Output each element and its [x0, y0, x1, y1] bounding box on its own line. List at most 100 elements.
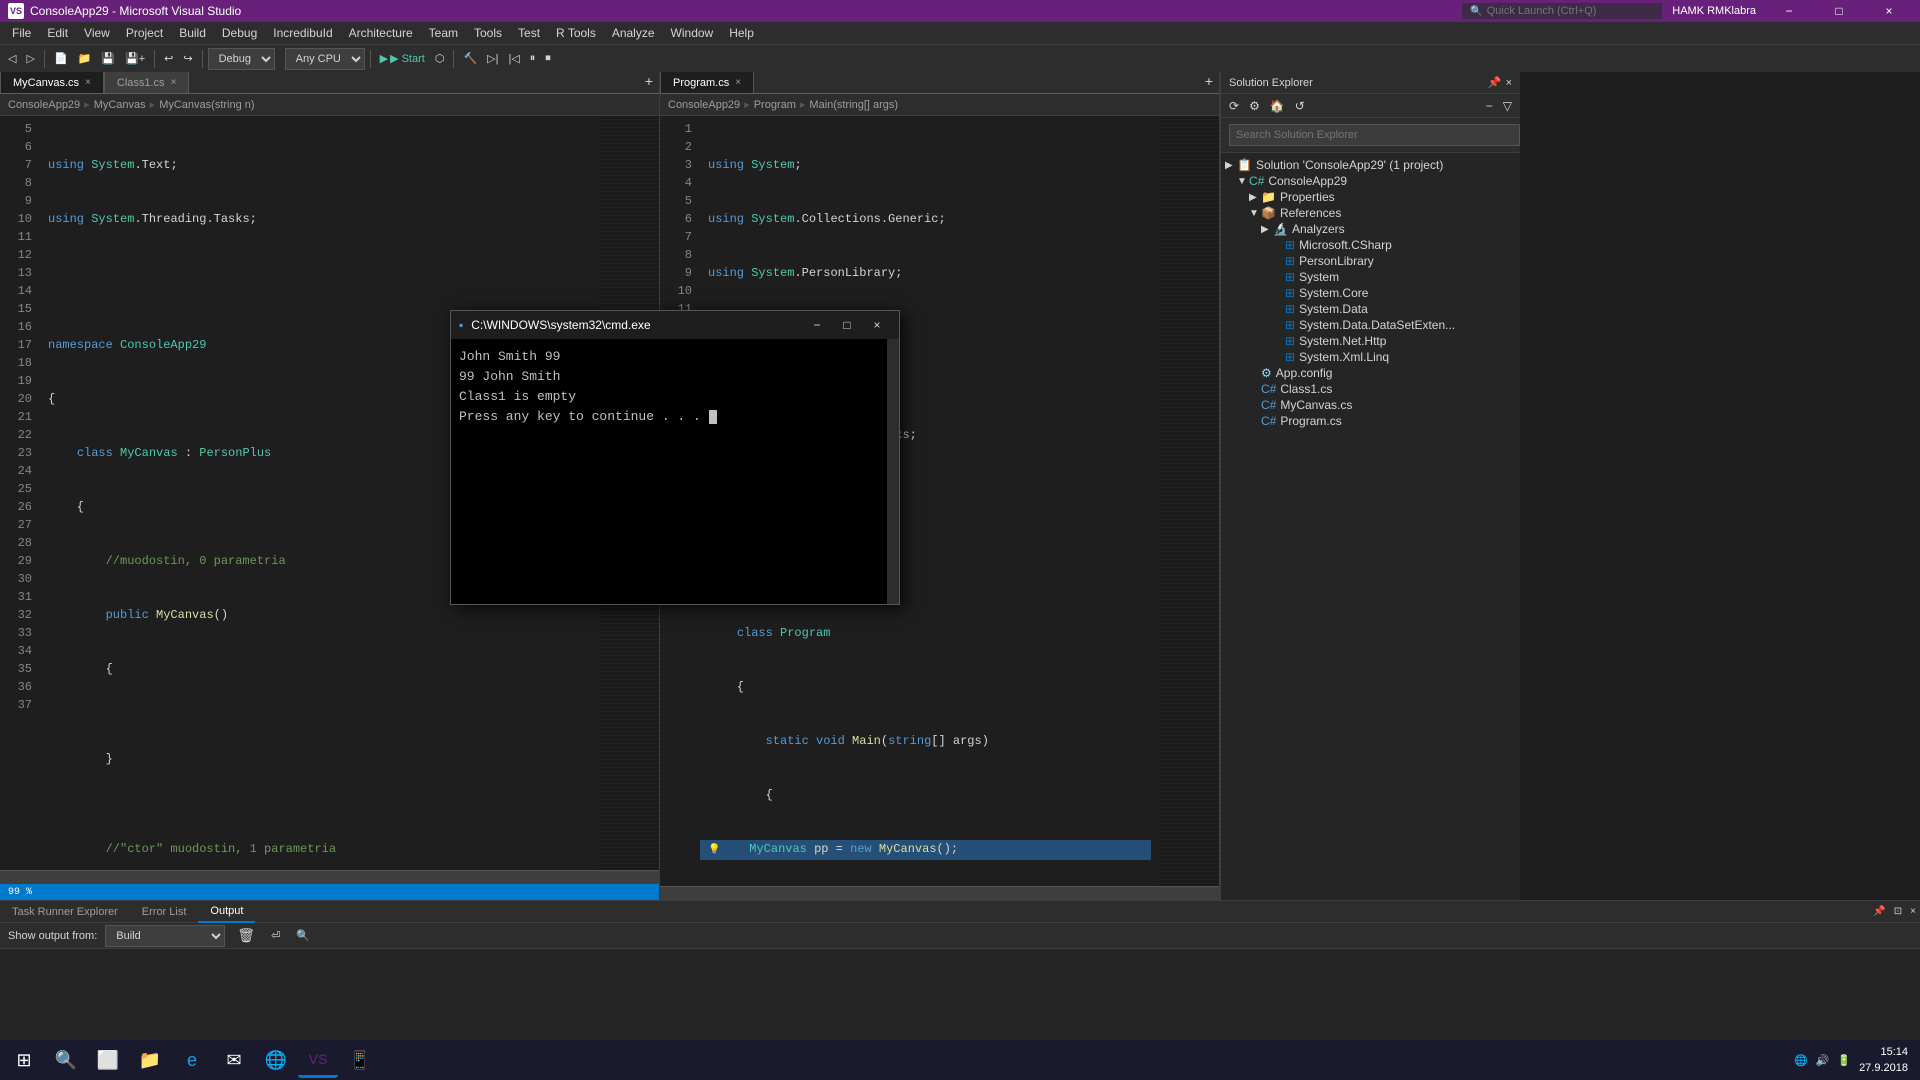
- breadcrumb-method-right[interactable]: Main(string[] args): [809, 99, 898, 111]
- platform-dropdown[interactable]: Any CPU: [285, 48, 365, 70]
- breadcrumb-project-left[interactable]: ConsoleApp29: [8, 99, 80, 111]
- tab-mycanvas-close[interactable]: ×: [85, 77, 91, 88]
- taskbar-extra-button[interactable]: 📱: [340, 1042, 380, 1078]
- sol-props-button[interactable]: ⚙: [1245, 97, 1264, 115]
- window-controls[interactable]: − □ ×: [1766, 0, 1912, 22]
- tree-solution-root[interactable]: ▶ 📋 Solution 'ConsoleApp29' (1 project): [1221, 157, 1520, 173]
- tab-output[interactable]: Output: [198, 901, 255, 923]
- project-expand-arrow[interactable]: ▼: [1237, 176, 1249, 187]
- breadcrumb-class-right[interactable]: Program: [754, 99, 796, 111]
- menu-team[interactable]: Team: [421, 22, 466, 44]
- tree-mycanvas-cs[interactable]: C# MyCanvas.cs: [1221, 397, 1520, 413]
- tree-ref-system-data[interactable]: ⊞ System.Data: [1221, 301, 1520, 317]
- references-expand-arrow[interactable]: ▼: [1249, 208, 1261, 219]
- tree-analyzers[interactable]: ▶ 🔬 Analyzers: [1221, 221, 1520, 237]
- start-button[interactable]: ▶ ▶ Start: [376, 47, 429, 71]
- taskbar-chrome-button[interactable]: 🌐: [256, 1042, 296, 1078]
- cmd-close-button[interactable]: ×: [863, 314, 891, 336]
- taskbar-ie-button[interactable]: e: [172, 1042, 212, 1078]
- menu-edit[interactable]: Edit: [39, 22, 76, 44]
- tab-program-close[interactable]: ×: [735, 77, 741, 88]
- tree-project[interactable]: ▼ C# ConsoleApp29: [1221, 173, 1520, 189]
- tree-ref-system-xml-linq[interactable]: ⊞ System.Xml.Linq: [1221, 349, 1520, 365]
- menu-project[interactable]: Project: [118, 22, 171, 44]
- solution-explorer-search-area[interactable]: [1221, 118, 1520, 153]
- cmd-scrollbar[interactable]: [887, 339, 899, 604]
- save-all-button[interactable]: 💾+: [121, 47, 149, 71]
- solution-explorer-search-input[interactable]: [1229, 124, 1520, 146]
- bottom-close-button[interactable]: ×: [1906, 900, 1920, 924]
- tray-battery-icon[interactable]: 🔋: [1837, 1054, 1851, 1067]
- tab-class1-close[interactable]: ×: [171, 77, 177, 88]
- tab-error-list[interactable]: Error List: [130, 901, 199, 923]
- undo-button[interactable]: ↩: [160, 47, 177, 71]
- nav-back-button[interactable]: ◁: [4, 47, 20, 71]
- output-find-button[interactable]: 🔍: [292, 924, 314, 948]
- sol-refresh-button[interactable]: ↺: [1291, 97, 1309, 115]
- tree-app-config[interactable]: ⚙ App.config: [1221, 365, 1520, 381]
- taskbar-task-view-button[interactable]: ⬜: [88, 1042, 128, 1078]
- menu-analyze[interactable]: Analyze: [604, 22, 663, 44]
- right-new-tab-button[interactable]: +: [1199, 72, 1219, 93]
- breadcrumb-project-right[interactable]: ConsoleApp29: [668, 99, 740, 111]
- quick-launch-area[interactable]: 🔍: [1462, 3, 1662, 19]
- taskbar-vs-button[interactable]: VS: [298, 1042, 338, 1078]
- nav-forward-button[interactable]: ▷: [22, 47, 38, 71]
- tree-class1-cs[interactable]: C# Class1.cs: [1221, 381, 1520, 397]
- taskbar-file-explorer-button[interactable]: 📁: [130, 1042, 170, 1078]
- sol-home-button[interactable]: 🏠: [1266, 97, 1289, 115]
- menu-help[interactable]: Help: [721, 22, 762, 44]
- solution-expand-arrow[interactable]: ▶: [1225, 160, 1237, 171]
- minimize-button[interactable]: −: [1766, 0, 1812, 22]
- menu-file[interactable]: File: [4, 22, 39, 44]
- menu-incredibuild[interactable]: IncredibuId: [265, 22, 340, 44]
- menu-rtools[interactable]: R Tools: [548, 22, 604, 44]
- sol-filter-button[interactable]: ▽: [1499, 97, 1516, 115]
- attach-button[interactable]: ⬡: [431, 47, 449, 71]
- properties-expand-arrow[interactable]: ▶: [1249, 192, 1261, 203]
- menu-debug[interactable]: Debug: [214, 22, 265, 44]
- debug-mode-dropdown[interactable]: Debug: [208, 48, 275, 70]
- new-file-button[interactable]: 📄: [50, 47, 72, 71]
- tree-ref-personlibrary[interactable]: ⊞ PersonLibrary: [1221, 253, 1520, 269]
- right-hscroll[interactable]: [660, 886, 1219, 900]
- taskbar-search-button[interactable]: 🔍: [46, 1042, 86, 1078]
- quick-launch-input[interactable]: [1487, 5, 1647, 17]
- tab-program[interactable]: Program.cs ×: [660, 72, 754, 93]
- breadcrumb-method-left[interactable]: MyCanvas(string n): [159, 99, 254, 111]
- bottom-pin-button[interactable]: 📌: [1869, 900, 1889, 924]
- menu-architecture[interactable]: Architecture: [341, 22, 421, 44]
- analyzers-expand-arrow[interactable]: ▶: [1261, 224, 1273, 235]
- menu-view[interactable]: View: [76, 22, 118, 44]
- taskbar-start-button[interactable]: ⊞: [4, 1042, 44, 1078]
- bottom-float-button[interactable]: ⊡: [1890, 900, 1906, 924]
- breadcrumb-class-left[interactable]: MyCanvas: [94, 99, 146, 111]
- taskbar-clock[interactable]: 15:14 27.9.2018: [1859, 1044, 1908, 1076]
- cmd-minimize-button[interactable]: −: [803, 314, 831, 336]
- left-new-tab-button[interactable]: +: [639, 72, 659, 93]
- tab-class1[interactable]: Class1.cs ×: [104, 72, 190, 93]
- menu-build[interactable]: Build: [171, 22, 214, 44]
- tab-task-runner[interactable]: Task Runner Explorer: [0, 901, 130, 923]
- tree-properties[interactable]: ▶ 📁 Properties: [1221, 189, 1520, 205]
- tree-ref-system[interactable]: ⊞ System: [1221, 269, 1520, 285]
- left-hscroll[interactable]: [0, 870, 659, 884]
- tree-ref-system-data-dataset[interactable]: ⊞ System.Data.DataSetExten...: [1221, 317, 1520, 333]
- toolbar-extra-2[interactable]: |◁: [504, 47, 523, 71]
- cmd-restore-button[interactable]: □: [833, 314, 861, 336]
- toolbar-extra-3[interactable]: ⏸: [526, 47, 540, 71]
- tree-ref-microsoft-csharp[interactable]: ⊞ Microsoft.CSharp: [1221, 237, 1520, 253]
- close-panel-icon[interactable]: ×: [1506, 77, 1512, 89]
- tab-mycanvas[interactable]: MyCanvas.cs ×: [0, 72, 104, 93]
- toolbar-extra-1[interactable]: ▷|: [483, 47, 502, 71]
- save-button[interactable]: 💾: [97, 47, 119, 71]
- pin-icon[interactable]: 📌: [1488, 76, 1502, 89]
- sol-sync-button[interactable]: ⟳: [1225, 97, 1243, 115]
- build-button[interactable]: 🔨: [459, 47, 481, 71]
- open-button[interactable]: 📁: [74, 47, 96, 71]
- close-button[interactable]: ×: [1866, 0, 1912, 22]
- tree-references[interactable]: ▼ 📦 References: [1221, 205, 1520, 221]
- taskbar-mail-button[interactable]: ✉: [214, 1042, 254, 1078]
- tree-ref-system-net-http[interactable]: ⊞ System.Net.Http: [1221, 333, 1520, 349]
- tray-network-icon[interactable]: 🌐: [1794, 1054, 1808, 1067]
